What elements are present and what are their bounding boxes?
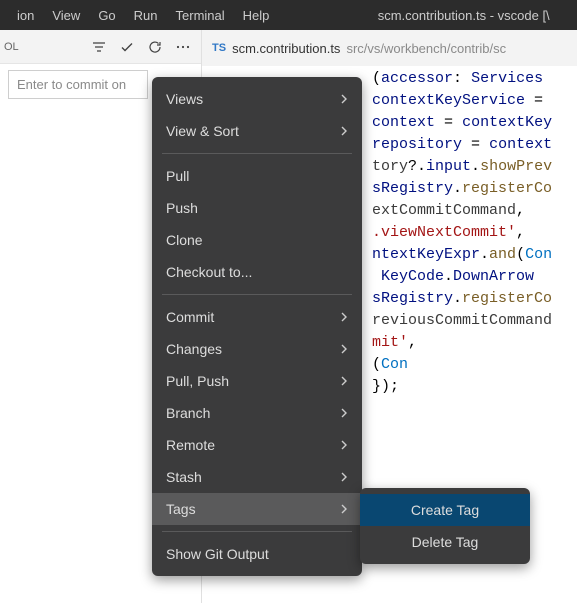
menu-item[interactable]: Create Tag xyxy=(360,494,530,526)
menubar-item[interactable]: View xyxy=(43,0,89,30)
commit-message-input[interactable]: Enter to commit on xyxy=(8,70,148,99)
menu-item[interactable]: Show Git Output xyxy=(152,538,362,570)
menubar-item[interactable]: Go xyxy=(89,0,124,30)
menu-separator xyxy=(162,531,352,532)
title-bar: ion View Go Run Terminal Help scm.contri… xyxy=(0,0,577,30)
menu-item[interactable]: View & Sort xyxy=(152,115,362,147)
menu-item[interactable]: Remote xyxy=(152,429,362,461)
tab-file-path: src/vs/workbench/contrib/sc xyxy=(346,41,506,56)
menu-item-label: Pull xyxy=(166,168,348,184)
menu-item[interactable]: Clone xyxy=(152,224,362,256)
scm-toolbar: OL xyxy=(0,30,201,64)
chevron-right-icon xyxy=(340,376,348,386)
menu-item[interactable]: Tags xyxy=(152,493,362,525)
window-title: scm.contribution.ts - vscode [\ xyxy=(278,8,569,23)
menu-item-label: Stash xyxy=(166,469,340,485)
menu-item[interactable]: Changes xyxy=(152,333,362,365)
ts-file-icon: TS xyxy=(212,42,226,54)
chevron-right-icon xyxy=(340,344,348,354)
chevron-right-icon xyxy=(340,312,348,322)
menu-item-label: Delete Tag xyxy=(374,534,516,550)
scm-label-fragment: OL xyxy=(4,41,19,53)
chevron-right-icon xyxy=(340,94,348,104)
menu-item-label: Views xyxy=(166,91,340,107)
editor-tab[interactable]: TS scm.contribution.ts src/vs/workbench/… xyxy=(202,30,577,66)
menu-item-label: Push xyxy=(166,200,348,216)
menu-item[interactable]: Commit xyxy=(152,301,362,333)
menu-item-label: Clone xyxy=(166,232,348,248)
tab-file-name: scm.contribution.ts xyxy=(232,41,340,56)
menu-item[interactable]: Delete Tag xyxy=(360,526,530,558)
menu-separator xyxy=(162,294,352,295)
menu-item-label: Branch xyxy=(166,405,340,421)
chevron-right-icon xyxy=(340,504,348,514)
menu-item-label: Remote xyxy=(166,437,340,453)
check-icon[interactable] xyxy=(115,35,139,59)
menu-item[interactable]: Branch xyxy=(152,397,362,429)
menu-item-label: Checkout to... xyxy=(166,264,348,280)
menu-item-label: Show Git Output xyxy=(166,546,348,562)
filter-icon[interactable] xyxy=(87,35,111,59)
tags-submenu[interactable]: Create Tag Delete Tag xyxy=(360,488,530,564)
menu-item[interactable]: Push xyxy=(152,192,362,224)
menubar-item[interactable]: ion xyxy=(8,0,43,30)
menu-item[interactable]: Stash xyxy=(152,461,362,493)
chevron-right-icon xyxy=(340,472,348,482)
menu-item-label: Commit xyxy=(166,309,340,325)
menu-item[interactable]: Views xyxy=(152,83,362,115)
menu-separator xyxy=(162,153,352,154)
refresh-icon[interactable] xyxy=(143,35,167,59)
chevron-right-icon xyxy=(340,126,348,136)
menubar-item[interactable]: Run xyxy=(125,0,167,30)
menu-item[interactable]: Checkout to... xyxy=(152,256,362,288)
more-icon[interactable] xyxy=(171,35,195,59)
chevron-right-icon xyxy=(340,440,348,450)
menu-item[interactable]: Pull xyxy=(152,160,362,192)
menu-item[interactable]: Pull, Push xyxy=(152,365,362,397)
menubar-item[interactable]: Help xyxy=(234,0,279,30)
menu-item-label: Tags xyxy=(166,501,340,517)
menubar-item[interactable]: Terminal xyxy=(167,0,234,30)
scm-context-menu[interactable]: Views View & Sort Pull Push Clone Checkout to… xyxy=(152,77,362,576)
menu-item-label: Changes xyxy=(166,341,340,357)
menu-item-label: Pull, Push xyxy=(166,373,340,389)
menu-item-label: Create Tag xyxy=(374,502,516,518)
menu-item-label: View & Sort xyxy=(166,123,340,139)
chevron-right-icon xyxy=(340,408,348,418)
